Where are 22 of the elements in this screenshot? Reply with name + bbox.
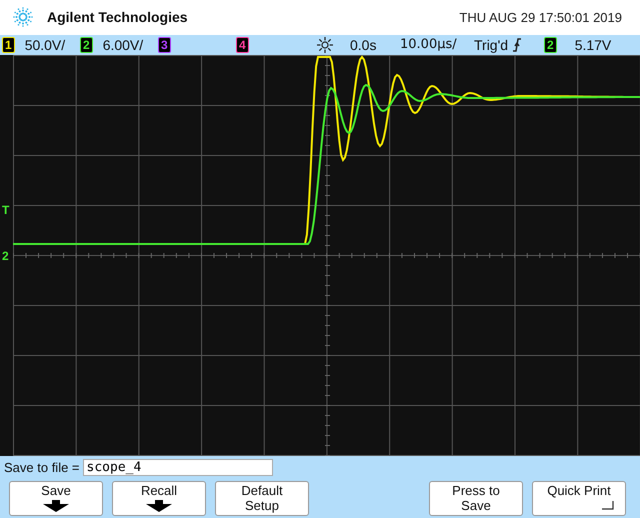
softkey-button[interactable]: Save (9, 481, 103, 516)
channel-badge[interactable]: 1 (2, 36, 15, 53)
trigger-level: 5.17V (574, 36, 612, 53)
softkey-button[interactable]: Press to Save (429, 481, 523, 516)
channel-badge[interactable]: 2 (80, 36, 93, 53)
level-marker: 2 (2, 250, 9, 262)
save-label: Save to file = (4, 460, 80, 474)
trigger-status: Trig'd (474, 36, 510, 53)
softkey-button[interactable]: Default Setup (215, 481, 309, 516)
channel-badge[interactable]: 2 (544, 36, 557, 53)
time-delay: 0.0s (350, 36, 378, 53)
volts-per-div: 50.0V/ (24, 36, 66, 53)
softkey-button[interactable]: Recall (112, 481, 206, 516)
channel-badge[interactable]: 4 (236, 36, 249, 53)
date-time: THU AUG 29 17:50:01 2019 (459, 10, 622, 25)
filename-field[interactable]: scope_4 (82, 458, 273, 476)
level-marker: T (2, 204, 10, 216)
time-per-div: 10.00µs/ (400, 37, 458, 52)
softkey-button[interactable]: Quick Print (532, 481, 626, 516)
brand-name: Agilent Technologies (47, 9, 188, 26)
volts-per-div: 6.00V/ (102, 36, 144, 53)
channel-badge[interactable]: 3 (158, 36, 171, 53)
